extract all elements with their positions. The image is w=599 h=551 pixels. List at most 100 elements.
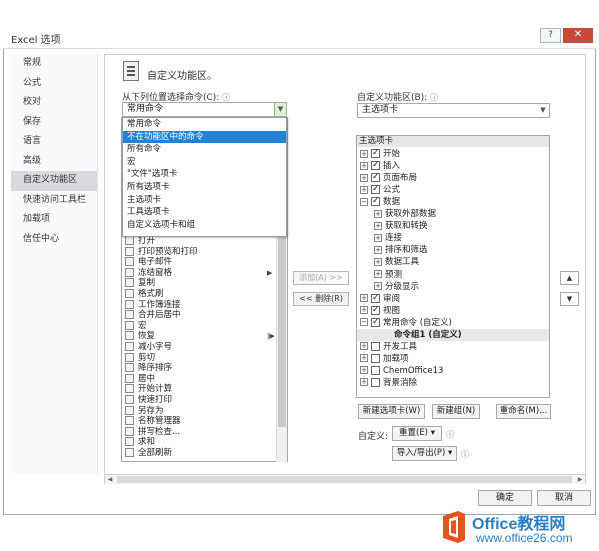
tree-item[interactable]: + 视图 (360, 304, 400, 317)
expand-icon[interactable]: + (374, 257, 382, 266)
new-group-button[interactable]: 新建组(N) (432, 404, 480, 419)
chevron-down-icon[interactable]: ▼ (537, 104, 549, 117)
dropdown-option[interactable]: 常用命令 (123, 118, 286, 131)
list-item[interactable]: 打开 (122, 236, 155, 247)
nav-item[interactable]: 公式 (11, 74, 97, 94)
tree-item[interactable]: + 连接 (374, 232, 402, 244)
choose-commands-dropdown[interactable]: 常用命令 不在功能区中的命令 所有命令宏 "文件"选项卡 所有选项卡 主选项卡 工具选项卡自… (122, 117, 287, 237)
expand-icon[interactable]: + (360, 366, 368, 375)
expand-icon[interactable]: + (360, 173, 368, 182)
rename-button[interactable]: 重命名(M)... (496, 404, 551, 419)
dropdown-option[interactable]: 宏 (123, 156, 286, 169)
list-item[interactable]: 名称管理器 (122, 416, 181, 427)
tree-item[interactable]: + 预测 (374, 269, 402, 281)
move-up-button[interactable]: ▲ (560, 271, 579, 285)
dropdown-option[interactable]: 所有命令 (123, 143, 286, 156)
scroll-thumb[interactable] (117, 476, 572, 483)
tree-item[interactable]: + ChemOffice13 (360, 365, 443, 377)
tree-item[interactable]: + 数据工具 (374, 256, 419, 268)
horizontal-scrollbar[interactable]: ◀ ▶ (105, 474, 585, 484)
dropdown-option[interactable]: 自定义选项卡和组 (123, 219, 286, 232)
list-item[interactable]: 电子邮件 (122, 257, 172, 268)
tree-item[interactable]: − 常用命令 (自定义) (360, 316, 452, 329)
collapse-icon[interactable]: − (360, 318, 368, 327)
tree-item[interactable]: + 插入 (360, 159, 400, 172)
collapse-icon[interactable]: − (360, 197, 368, 206)
expand-icon[interactable]: + (360, 149, 368, 158)
list-item[interactable]: 全部刷新 (122, 448, 172, 459)
tab-checkbox[interactable] (371, 304, 380, 316)
tree-item[interactable]: + 开发工具 (360, 341, 417, 353)
list-item[interactable]: 另存为 (122, 405, 164, 417)
tree-item[interactable]: + 获取外部数据 (374, 208, 436, 220)
expand-icon[interactable]: + (360, 161, 368, 170)
tab-checkbox[interactable] (371, 183, 380, 195)
tab-checkbox[interactable] (371, 353, 380, 363)
list-item[interactable]: 恢复 |▶ (122, 331, 275, 342)
tab-checkbox[interactable] (371, 159, 380, 171)
tree-item[interactable]: 命令组1 (自定义) (357, 328, 549, 341)
nav-item[interactable]: 校对 (11, 93, 97, 113)
tab-checkbox[interactable] (371, 147, 380, 159)
tab-checkbox[interactable] (371, 341, 380, 351)
customize-ribbon-combo[interactable]: 主选项卡 ▼ (357, 103, 550, 118)
tree-item[interactable]: + 开始 (360, 147, 400, 160)
remove-button[interactable]: << 删除(R) (293, 292, 349, 306)
expand-icon[interactable]: + (374, 221, 382, 230)
nav-item[interactable]: 保存 (11, 113, 97, 133)
tree-item[interactable]: − 数据 (360, 195, 400, 208)
cancel-button[interactable]: 取消 (537, 490, 591, 506)
expand-icon[interactable]: + (374, 270, 382, 278)
list-item[interactable]: 求和 (122, 437, 155, 448)
expand-icon[interactable]: + (374, 282, 382, 291)
expand-icon[interactable]: + (360, 185, 368, 194)
new-tab-button[interactable]: 新建选项卡(W) (358, 404, 425, 419)
ribbon-tree[interactable]: 主选项卡 +开始+插入+页面布局+公式−数据+获取外部数据+获取和转换+连接+排… (356, 135, 550, 398)
tree-item[interactable]: + 背景消除 (360, 377, 417, 389)
expand-icon[interactable]: + (374, 233, 382, 242)
nav-item[interactable]: 加载项 (11, 210, 97, 230)
help-button[interactable]: ? (540, 28, 561, 43)
tab-checkbox[interactable] (371, 171, 380, 183)
tree-item[interactable]: + 审阅 (360, 292, 400, 305)
dropdown-option[interactable]: 主选项卡 (123, 194, 286, 207)
nav-item[interactable]: 快速访问工具栏 (11, 191, 97, 211)
dropdown-option[interactable]: "文件"选项卡 (123, 168, 286, 181)
tree-item[interactable]: + 加载项 (360, 353, 409, 365)
ok-button[interactable]: 确定 (478, 490, 532, 506)
list-item[interactable]: 格式刷 (122, 289, 164, 300)
tab-checkbox[interactable] (371, 377, 380, 387)
tab-checkbox[interactable] (371, 195, 380, 207)
tab-checkbox[interactable] (371, 365, 380, 375)
list-item[interactable]: 工作簿连接 (122, 299, 181, 311)
dropdown-option[interactable]: 不在功能区中的命令 (123, 130, 286, 144)
tree-item[interactable]: + 排序和筛选 (374, 244, 428, 256)
dropdown-option[interactable]: 所有选项卡 (123, 181, 286, 194)
nav-item[interactable]: 高级 (11, 152, 97, 172)
list-item[interactable]: 减小字号 (122, 342, 172, 353)
reset-button[interactable]: 重置(E) ▾ (392, 426, 442, 441)
expand-icon[interactable]: + (360, 306, 368, 315)
tree-item[interactable]: + 获取和转换 (374, 220, 428, 232)
nav-item[interactable]: 常规 (11, 54, 97, 74)
list-item[interactable]: 打印预览和打印 (122, 246, 198, 258)
scroll-left-icon[interactable]: ◀ (105, 475, 115, 484)
expand-icon[interactable]: + (360, 342, 368, 351)
scroll-thumb[interactable] (278, 237, 286, 427)
nav-item[interactable]: 语言 (11, 132, 97, 152)
nav-item[interactable]: 自定义功能区 (11, 171, 97, 191)
chevron-down-icon[interactable]: ▼ (274, 103, 286, 116)
list-item[interactable]: 降序排序 (122, 363, 172, 374)
expand-icon[interactable]: + (360, 354, 368, 363)
tree-item[interactable]: + 公式 (360, 183, 400, 196)
dropdown-option[interactable]: 工具选项卡 (123, 206, 286, 219)
list-item[interactable]: 快速打印 (122, 395, 172, 406)
tree-item[interactable]: + 页面布局 (360, 171, 417, 184)
close-button[interactable]: ✕ (563, 28, 593, 43)
expand-icon[interactable]: + (360, 378, 368, 387)
list-item[interactable]: 复制 (122, 278, 155, 289)
expand-icon[interactable]: + (360, 294, 368, 303)
tab-checkbox[interactable] (371, 292, 380, 304)
add-button[interactable]: 添加(A) >> (293, 271, 349, 285)
expand-icon[interactable]: + (374, 209, 382, 218)
